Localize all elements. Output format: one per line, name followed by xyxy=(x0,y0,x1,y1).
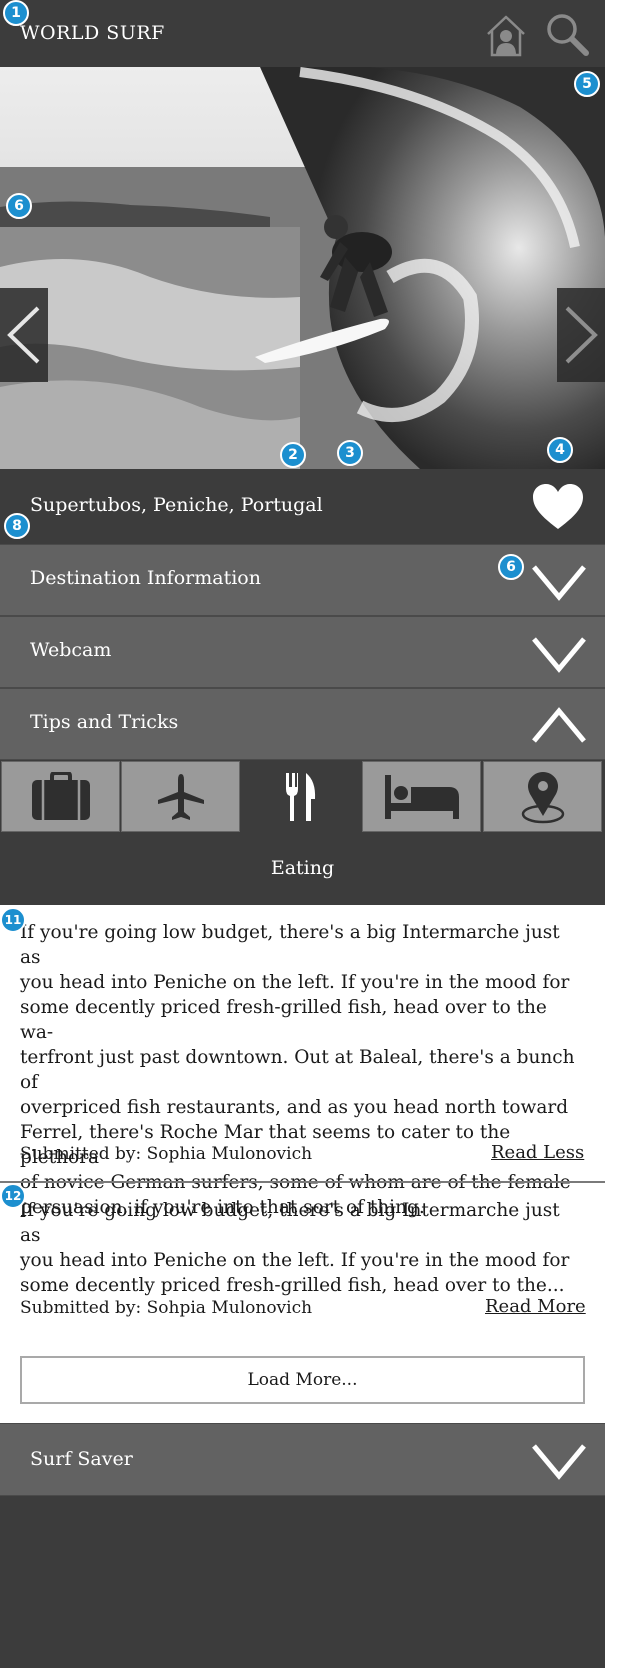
search-icon xyxy=(547,14,589,56)
active-tab-heading: Eating xyxy=(0,833,605,905)
annotation-marker: 2 xyxy=(280,442,306,468)
annotation-marker: 4 xyxy=(547,437,573,463)
brand-title: WORLD SURF xyxy=(20,22,165,44)
tip-divider xyxy=(0,1181,605,1183)
text-line: If you're going low budget, there's a bi… xyxy=(20,1200,560,1246)
hero-image xyxy=(0,67,605,469)
annotation-marker: 6 xyxy=(6,193,32,219)
surfer-photo xyxy=(0,67,605,469)
tips-tab-bar xyxy=(0,760,605,833)
annotation-marker: 6 xyxy=(498,554,524,580)
accordion-label: Webcam xyxy=(30,639,112,661)
tab-eating[interactable] xyxy=(241,761,360,832)
location-bar: Supertubos, Peniche, Portugal xyxy=(0,469,605,544)
annotation-marker: 8 xyxy=(4,513,30,539)
chevron-down-icon xyxy=(532,637,586,673)
text-line: some decently priced fresh-grilled fish,… xyxy=(20,997,547,1043)
search-button[interactable] xyxy=(544,12,590,58)
read-less-link[interactable]: Read Less xyxy=(491,1142,584,1163)
favorite-button[interactable] xyxy=(530,482,586,532)
tip-1-text: If you're going low budget, there's a bi… xyxy=(20,920,585,1220)
right-gutter xyxy=(605,0,641,1668)
app-header: WORLD SURF xyxy=(0,0,605,67)
accordion-webcam[interactable]: Webcam xyxy=(0,616,605,688)
tip-1-submitted-by: Submitted by: Sophia Mulonovich xyxy=(20,1144,313,1164)
tip-2-text: If you're going low budget, there's a bi… xyxy=(20,1198,585,1298)
text-line: If you're going low budget, there's a bi… xyxy=(20,922,560,968)
fork-knife-icon xyxy=(285,772,315,821)
chevron-up-icon xyxy=(532,707,586,743)
tip-2-submitted-by: Submitted by: Sohpia Mulonovich xyxy=(20,1298,313,1318)
text-line: terfront just past downtown. Out at Bale… xyxy=(20,1047,575,1093)
footer-area xyxy=(0,1496,605,1668)
text-line: you head into Peniche on the left. If yo… xyxy=(20,1250,570,1271)
chevron-down-icon xyxy=(532,565,586,601)
annotation-marker: 1 xyxy=(3,0,29,26)
annotation-marker: 11 xyxy=(0,907,26,933)
text-line: some decently priced fresh-grilled fish,… xyxy=(20,1275,565,1296)
prev-slide-button[interactable] xyxy=(0,288,48,382)
chevron-right-icon xyxy=(565,306,598,364)
load-more-button[interactable]: Load More... xyxy=(20,1356,585,1404)
location-pin-icon xyxy=(521,771,564,823)
chevron-down-icon xyxy=(532,1444,586,1480)
accordion-label: Destination Information xyxy=(30,567,261,589)
home-button[interactable] xyxy=(484,12,528,58)
text-line: overpriced fish restaurants, and as you … xyxy=(20,1097,569,1118)
chevron-left-icon xyxy=(7,306,40,364)
accordion-surf-saver[interactable]: Surf Saver xyxy=(0,1423,605,1496)
bed-icon xyxy=(384,774,459,819)
next-slide-button[interactable] xyxy=(557,288,605,382)
tab-lodging[interactable] xyxy=(362,761,481,832)
text-line: you head into Peniche on the left. If yo… xyxy=(20,972,570,993)
location-title: Supertubos, Peniche, Portugal xyxy=(30,494,323,516)
accordion-label: Tips and Tricks xyxy=(30,711,179,733)
heart-icon xyxy=(533,484,583,529)
tab-packing[interactable] xyxy=(1,761,120,832)
tab-location[interactable] xyxy=(483,761,602,832)
accordion-tips-and-tricks[interactable]: Tips and Tricks xyxy=(0,688,605,760)
active-tab-label: Eating xyxy=(270,857,335,879)
tab-travel[interactable] xyxy=(121,761,240,832)
accordion-label: Surf Saver xyxy=(30,1448,133,1470)
read-more-link[interactable]: Read More xyxy=(485,1296,586,1317)
airplane-icon xyxy=(157,773,204,820)
home-person-icon xyxy=(487,15,525,57)
suitcase-icon xyxy=(31,771,90,820)
annotation-marker: 5 xyxy=(574,71,600,97)
tips-panel: If you're going low budget, there's a bi… xyxy=(0,905,605,1423)
annotation-marker: 12 xyxy=(0,1183,26,1209)
annotation-marker: 3 xyxy=(337,440,363,466)
